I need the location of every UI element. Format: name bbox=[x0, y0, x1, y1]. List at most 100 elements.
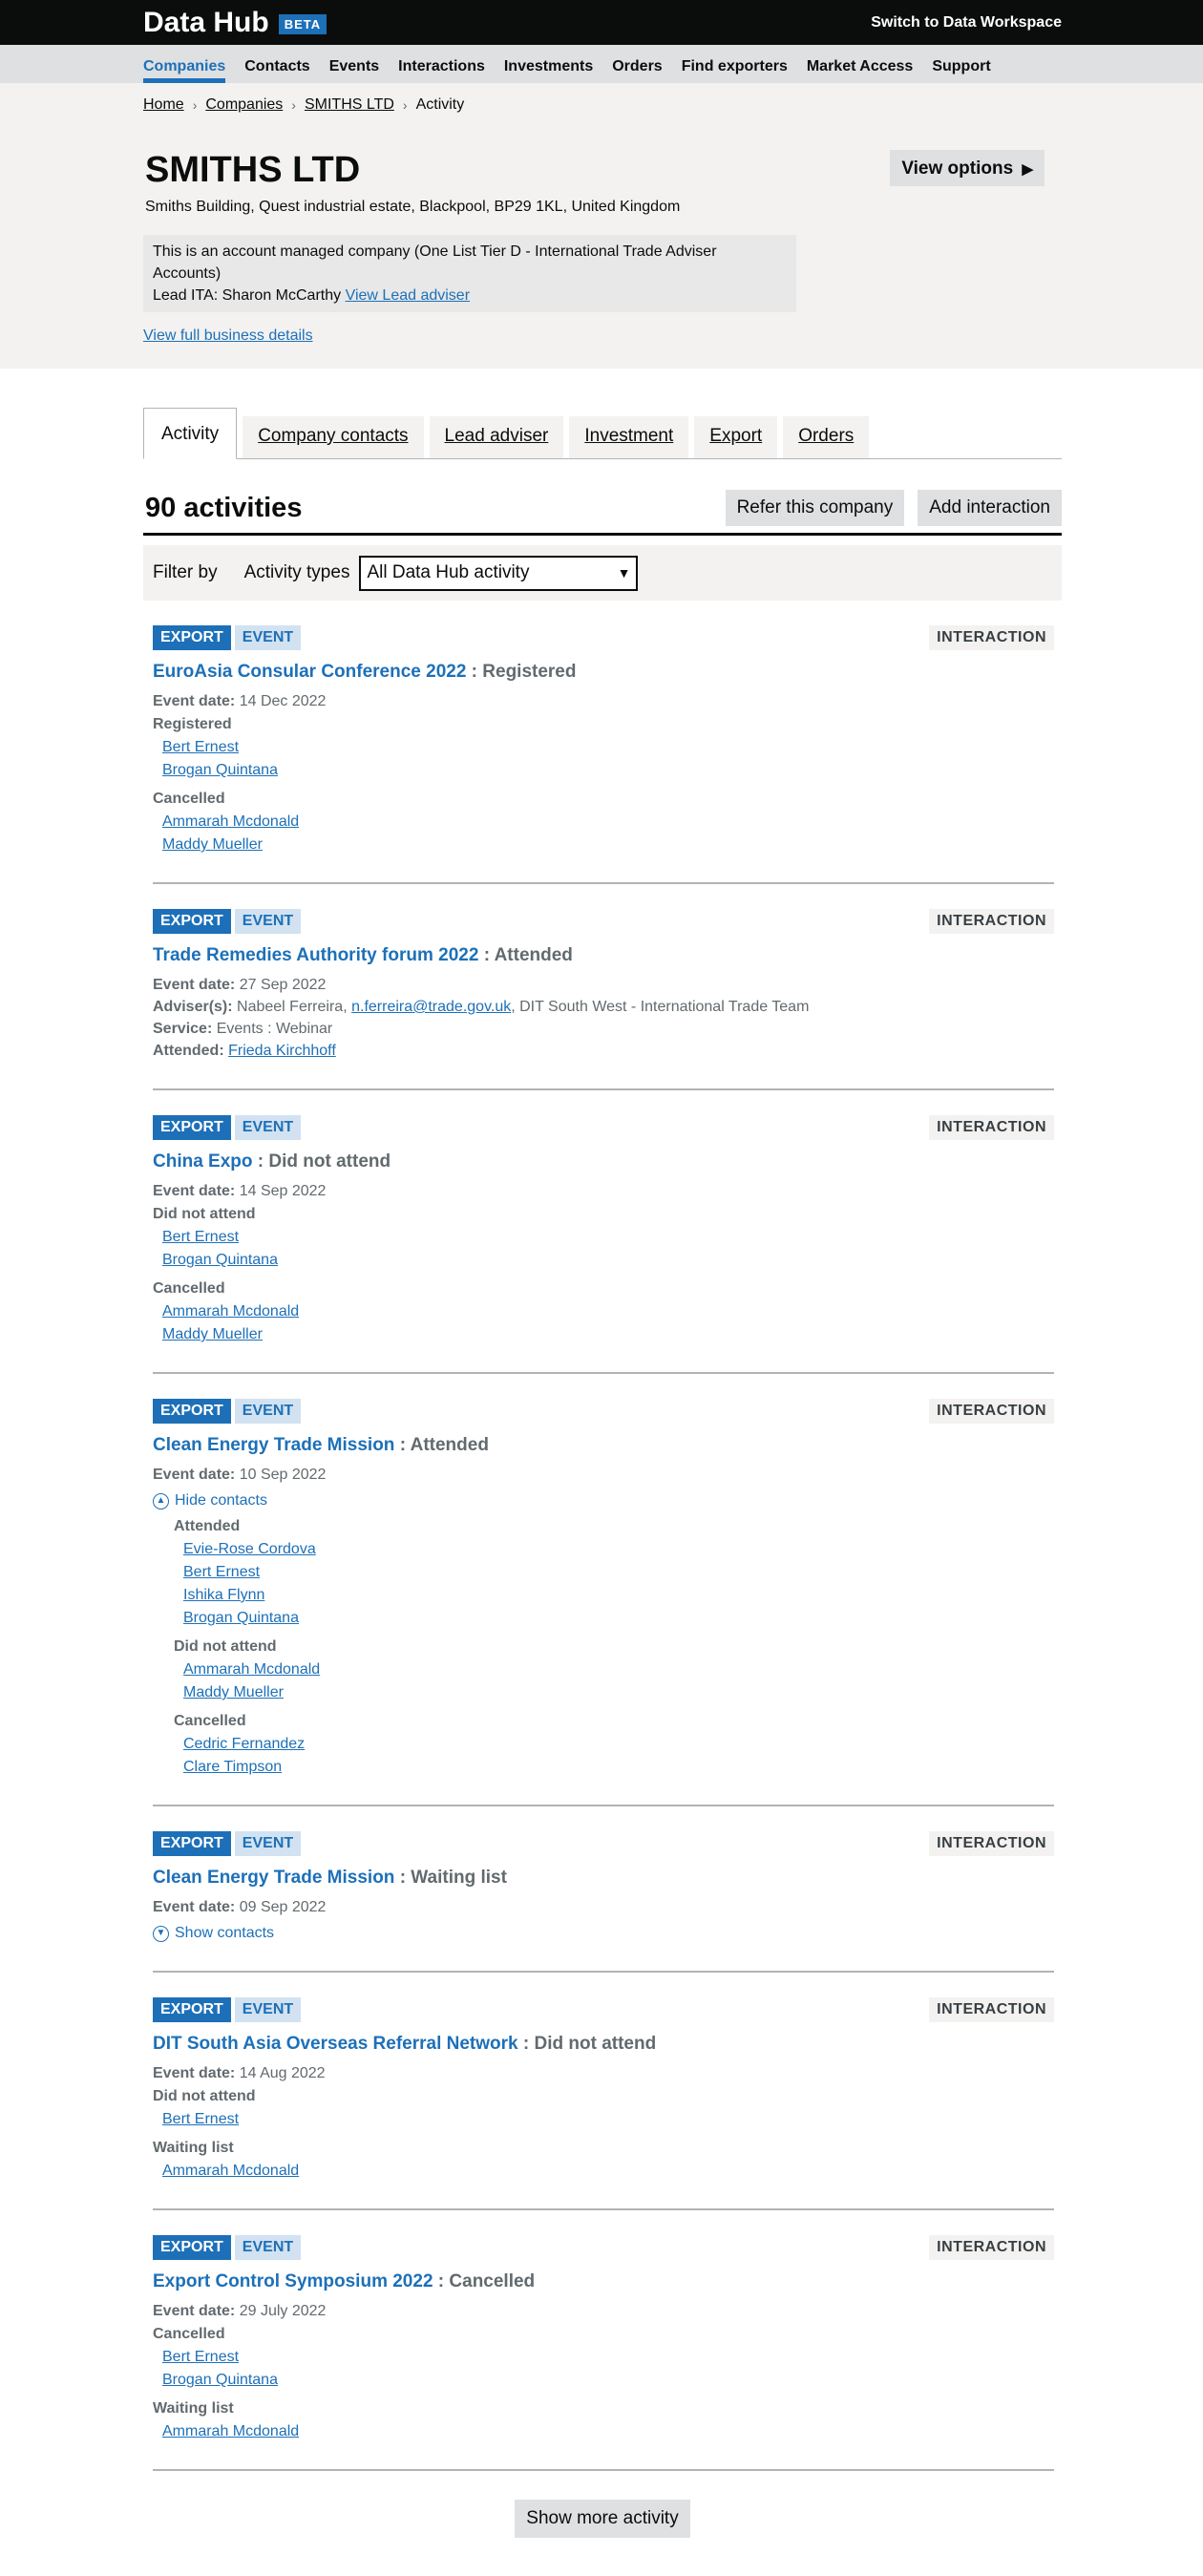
breadcrumb-companies[interactable]: Companies bbox=[205, 96, 283, 114]
site-header: Data Hub BETA Switch to Data Workspace bbox=[0, 0, 1203, 45]
nav-item-market-access[interactable]: Market Access bbox=[807, 58, 913, 83]
contact-group-label: Cancelled bbox=[153, 791, 225, 807]
nav-item-interactions[interactable]: Interactions bbox=[398, 58, 485, 83]
breadcrumb: Home › Companies › SMITHS LTD › Activity bbox=[143, 96, 1062, 114]
main-nav: Companies Contacts Events Interactions I… bbox=[0, 45, 1203, 83]
view-lead-adviser-link[interactable]: View Lead adviser bbox=[346, 287, 470, 304]
contact-link[interactable]: Brogan Quintana bbox=[162, 1251, 1054, 1269]
show-more-activity-button[interactable]: Show more activity bbox=[515, 2500, 690, 2538]
contact-link[interactable]: Bert Ernest bbox=[183, 1563, 1054, 1581]
export-badge: EXPORT bbox=[153, 1997, 231, 2022]
activity-title-link[interactable]: DIT South Asia Overseas Referral Network bbox=[153, 2034, 518, 2054]
activity-title-link[interactable]: Trade Remedies Authority forum 2022 bbox=[153, 945, 478, 965]
nav-item-investments[interactable]: Investments bbox=[504, 58, 593, 83]
activity-title-link[interactable]: Clean Energy Trade Mission bbox=[153, 1868, 394, 1888]
tab-activity[interactable]: Activity bbox=[143, 408, 238, 459]
account-managed-text: This is an account managed company (One … bbox=[153, 243, 717, 282]
contact-link[interactable]: Brogan Quintana bbox=[162, 761, 1054, 779]
interaction-badge: INTERACTION bbox=[929, 625, 1054, 650]
add-interaction-button[interactable]: Add interaction bbox=[918, 490, 1062, 526]
contact-link[interactable]: Bert Ernest bbox=[162, 2348, 1054, 2366]
contact-link[interactable]: Clare Timpson bbox=[183, 1758, 1054, 1776]
switch-to-data-workspace-link[interactable]: Switch to Data Workspace bbox=[871, 14, 1062, 32]
activity-header: 90 activities Refer this company Add int… bbox=[143, 490, 1062, 536]
tab-lead-adviser[interactable]: Lead adviser bbox=[429, 416, 564, 458]
nav-item-contacts[interactable]: Contacts bbox=[244, 58, 309, 83]
contact-link[interactable]: Brogan Quintana bbox=[162, 2371, 1054, 2389]
tab-company-contacts[interactable]: Company contacts bbox=[243, 416, 424, 458]
event-badge: EVENT bbox=[234, 625, 302, 650]
hide-contacts-toggle[interactable]: ▲ Hide contacts bbox=[153, 1492, 1054, 1510]
activity-status: : Attended bbox=[399, 1435, 489, 1455]
interaction-badge: INTERACTION bbox=[929, 909, 1054, 934]
chevron-down-circle-icon: ▼ bbox=[153, 1925, 169, 1942]
tab-orders[interactable]: Orders bbox=[783, 416, 870, 458]
event-badge: EVENT bbox=[234, 909, 302, 934]
contact-link[interactable]: Ammarah Mcdonald bbox=[162, 1302, 1054, 1320]
activity-title-link[interactable]: Export Control Symposium 2022 bbox=[153, 2271, 433, 2291]
nav-item-events[interactable]: Events bbox=[329, 58, 379, 83]
activity-count: 90 activities bbox=[145, 492, 303, 523]
export-badge: EXPORT bbox=[153, 1831, 231, 1856]
attended-contact-link[interactable]: Frieda Kirchhoff bbox=[228, 1043, 336, 1059]
event-date: 14 Sep 2022 bbox=[239, 1183, 327, 1199]
contact-link[interactable]: Ammarah Mcdonald bbox=[162, 813, 1054, 831]
interaction-badge: INTERACTION bbox=[929, 1399, 1054, 1424]
adviser-email-link[interactable]: n.ferreira@trade.gov.uk bbox=[351, 999, 511, 1015]
contact-link[interactable]: Maddy Mueller bbox=[183, 1683, 1054, 1701]
adviser-team: , DIT South West - International Trade T… bbox=[511, 999, 810, 1015]
page-title: SMITHS LTD bbox=[145, 150, 361, 190]
activity-item: EXPORT EVENT INTERACTION Export Control … bbox=[153, 2210, 1054, 2471]
activity-item: EXPORT EVENT INTERACTION DIT South Asia … bbox=[153, 1973, 1054, 2210]
chevron-up-circle-icon: ▲ bbox=[153, 1492, 169, 1510]
event-date-label: Event date: bbox=[153, 1899, 236, 1915]
tab-investment[interactable]: Investment bbox=[569, 416, 689, 458]
breadcrumb-home[interactable]: Home bbox=[143, 96, 184, 114]
event-date-label: Event date: bbox=[153, 1183, 236, 1199]
lead-ita-text: Lead ITA: Sharon McCarthy bbox=[153, 287, 342, 304]
nav-item-companies[interactable]: Companies bbox=[143, 58, 226, 83]
contact-link[interactable]: Maddy Mueller bbox=[162, 835, 1054, 854]
export-badge: EXPORT bbox=[153, 2235, 231, 2260]
contact-link[interactable]: Bert Ernest bbox=[162, 2110, 1054, 2128]
refer-company-button[interactable]: Refer this company bbox=[725, 490, 905, 526]
contact-link[interactable]: Cedric Fernandez bbox=[183, 1735, 1054, 1753]
show-contacts-toggle[interactable]: ▼ Show contacts bbox=[153, 1925, 1054, 1942]
contact-link[interactable]: Bert Ernest bbox=[162, 1228, 1054, 1246]
activity-title-link[interactable]: EuroAsia Consular Conference 2022 bbox=[153, 662, 466, 682]
triangle-right-icon: ▶ bbox=[1022, 161, 1033, 178]
nav-item-orders[interactable]: Orders bbox=[612, 58, 662, 83]
adviser-name: Nabeel Ferreira, bbox=[237, 999, 348, 1015]
main-content: Activity Company contacts Lead adviser I… bbox=[143, 405, 1062, 2538]
account-managed-notice: This is an account managed company (One … bbox=[143, 235, 796, 312]
chevron-right-icon: › bbox=[402, 97, 408, 113]
view-options-button[interactable]: View options ▶ bbox=[890, 150, 1045, 186]
event-date-label: Event date: bbox=[153, 977, 236, 993]
breadcrumb-company[interactable]: SMITHS LTD bbox=[305, 96, 394, 114]
contact-link[interactable]: Ammarah Mcdonald bbox=[183, 1660, 1054, 1679]
chevron-right-icon: › bbox=[291, 97, 296, 113]
contact-group-label: Did not attend bbox=[174, 1638, 277, 1655]
contact-link[interactable]: Ammarah Mcdonald bbox=[162, 2162, 1054, 2180]
contact-group-label: Did not attend bbox=[153, 2088, 256, 2104]
nav-item-support[interactable]: Support bbox=[932, 58, 990, 83]
logo-text[interactable]: Data Hub bbox=[143, 7, 269, 39]
contact-link[interactable]: Ammarah Mcdonald bbox=[162, 2422, 1054, 2440]
event-badge: EVENT bbox=[234, 1831, 302, 1856]
logo[interactable]: Data Hub BETA bbox=[143, 7, 327, 39]
activity-types-select[interactable]: All Data Hub activity ▼ bbox=[359, 555, 639, 591]
contact-link[interactable]: Brogan Quintana bbox=[183, 1609, 1054, 1627]
contact-link[interactable]: Evie-Rose Cordova bbox=[183, 1540, 1054, 1558]
export-badge: EXPORT bbox=[153, 1399, 231, 1424]
view-full-business-details-link[interactable]: View full business details bbox=[143, 327, 313, 345]
advisers-label: Adviser(s): bbox=[153, 999, 233, 1015]
nav-item-find-exporters[interactable]: Find exporters bbox=[682, 58, 788, 83]
contact-link[interactable]: Ishika Flynn bbox=[183, 1586, 1054, 1604]
contact-link[interactable]: Maddy Mueller bbox=[162, 1325, 1054, 1343]
activity-status: : Cancelled bbox=[437, 2271, 536, 2291]
activity-title-link[interactable]: China Expo bbox=[153, 1151, 253, 1172]
contact-link[interactable]: Bert Ernest bbox=[162, 738, 1054, 756]
attended-label: Attended: bbox=[153, 1043, 224, 1059]
activity-title-link[interactable]: Clean Energy Trade Mission bbox=[153, 1435, 394, 1455]
tab-export[interactable]: Export bbox=[694, 416, 778, 458]
